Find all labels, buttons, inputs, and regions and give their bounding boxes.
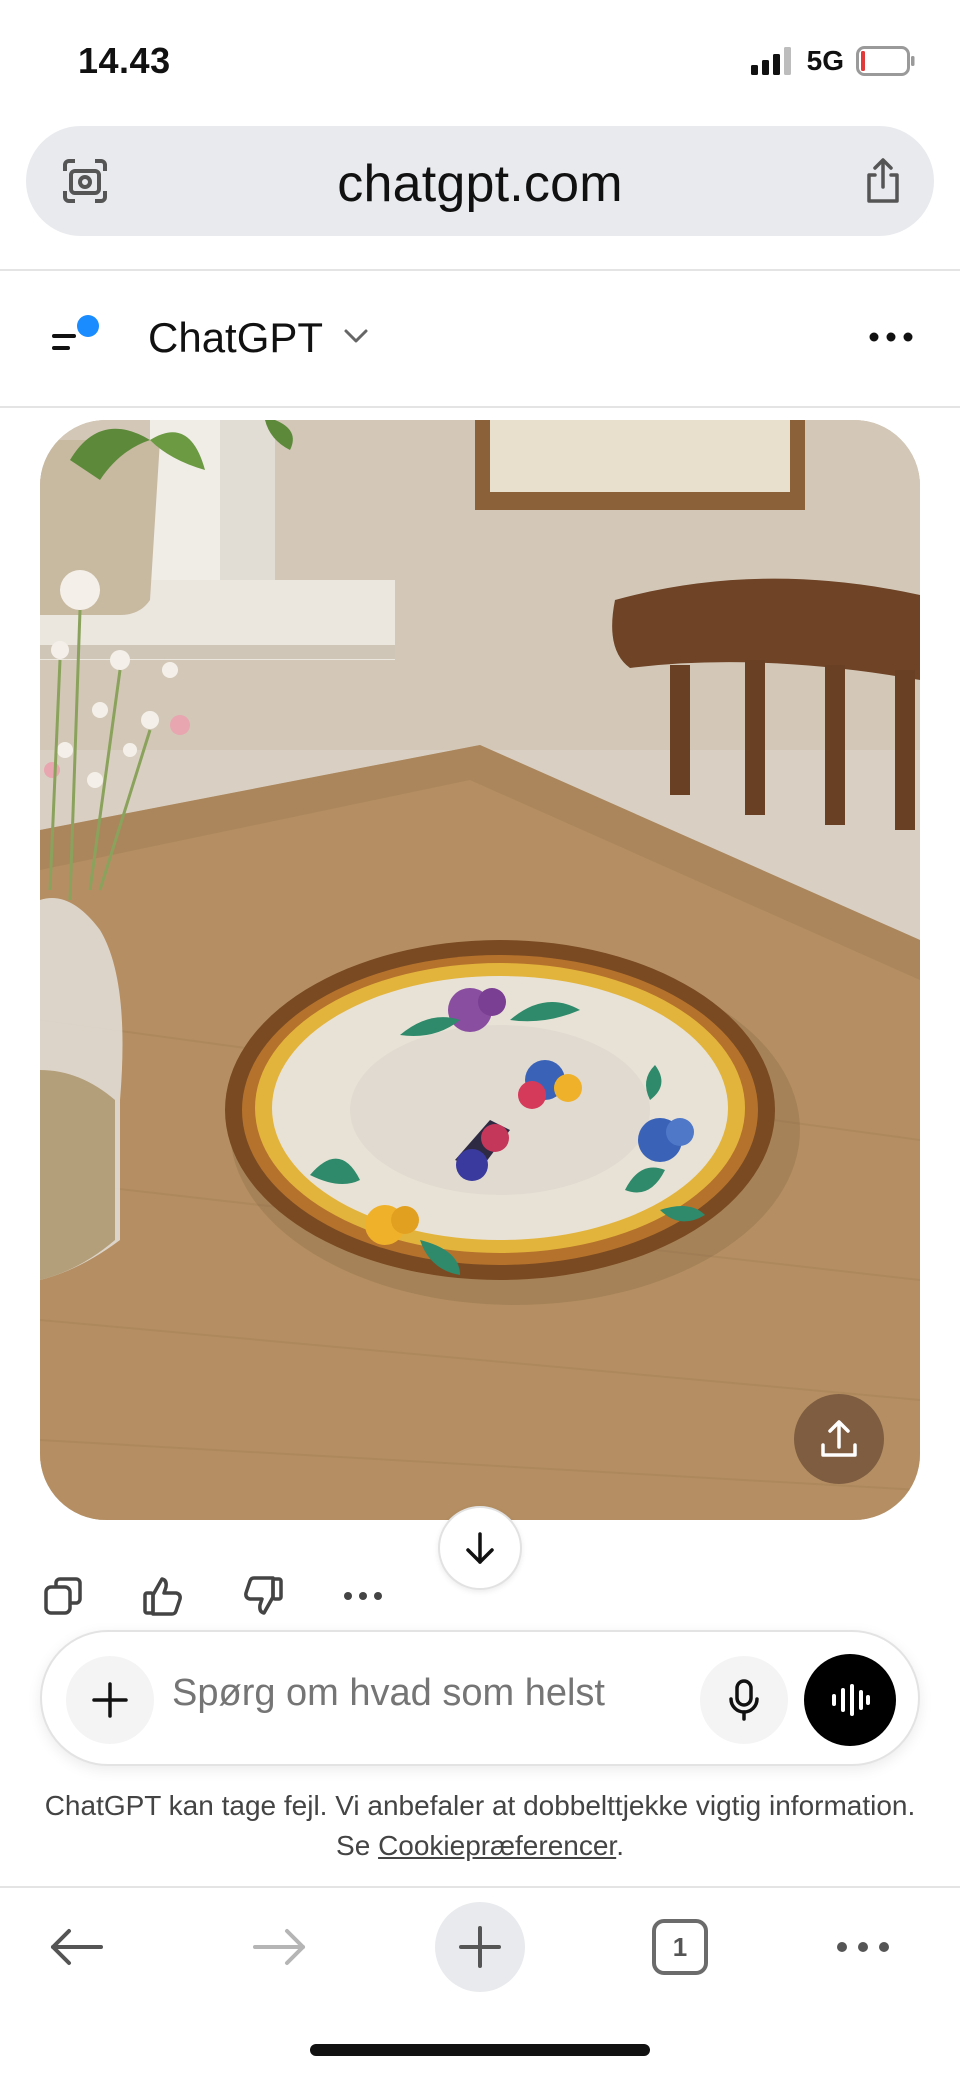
model-selector-label[interactable]: ChatGPT [148,314,323,362]
tabs-icon[interactable]: 1 [635,1902,725,1992]
uploaded-photo[interactable] [40,420,920,1520]
disclaimer: ChatGPT kan tage fejl. Vi anbefaler at d… [40,1786,920,1866]
message-composer [40,1630,920,1766]
network-type: 5G [806,45,844,76]
thumbs-up-icon[interactable] [140,1573,186,1619]
status-indicators: 5G [750,45,916,76]
forward-icon[interactable] [234,1902,324,1992]
arrow-down-icon[interactable] [438,1506,522,1590]
new-tab-icon[interactable] [435,1902,525,1992]
prompt-input[interactable] [172,1672,712,1715]
divider [0,406,960,408]
disclaimer-end: . [616,1830,624,1861]
copy-icon[interactable] [40,1573,86,1619]
more-icon[interactable] [866,322,916,352]
back-icon[interactable] [32,1902,122,1992]
voice-mode-icon[interactable] [804,1654,896,1746]
status-bar: 14.43 5G [0,0,960,120]
share-icon[interactable] [858,156,908,206]
address-bar[interactable]: chatgpt.com [26,126,934,236]
url-text: chatgpt.com [337,155,623,213]
more-icon[interactable] [340,1573,386,1619]
chatgpt-mobile-page: 14.43 5G chatgpt.com ChatGPT Spørg om hv… [0,0,960,2078]
thumbs-down-icon[interactable] [240,1573,286,1619]
browser-toolbar: 1 [0,1888,960,2008]
mic-icon[interactable] [700,1656,788,1744]
chevron-down-icon[interactable] [342,326,370,351]
plus-icon[interactable] [66,1656,154,1744]
home-indicator [310,2044,650,2056]
sidebar-menu-icon[interactable] [44,312,108,362]
chat-header: ChatGPT [0,270,960,406]
signal-icon [750,47,791,75]
cookie-preferences-link[interactable]: Cookiepræferencer [378,1830,616,1861]
tab-count: 1 [652,1919,708,1975]
more-icon[interactable] [818,1902,908,1992]
message-actions [40,1566,386,1626]
upload-icon[interactable] [794,1394,884,1484]
bowl-photo-illustration [40,420,920,1520]
battery-icon [856,46,915,76]
status-time: 14.43 [78,40,171,81]
